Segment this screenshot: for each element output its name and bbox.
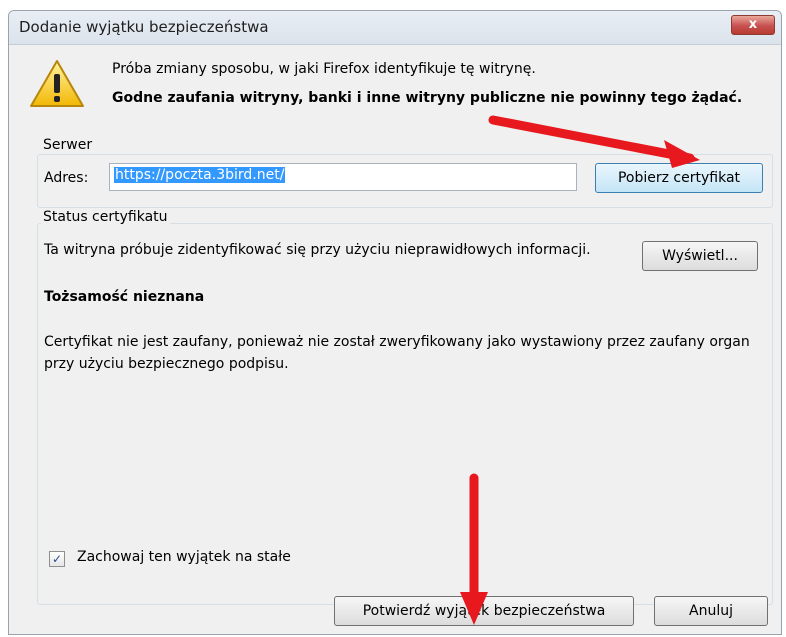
permanent-exception-label[interactable]: Zachowaj ten wyjątek na stałe [77, 549, 291, 565]
address-label: Adres: [44, 170, 89, 186]
security-exception-dialog: Dodanie wyjątku bezpieczeństwa x Próba z… [8, 10, 782, 635]
address-value: https://poczta.3bird.net/ [114, 167, 286, 183]
status-group-label: Status certyfikatu [41, 209, 170, 225]
dialog-title: Dodanie wyjątku bezpieczeństwa [19, 18, 269, 36]
warning-icon [30, 60, 84, 107]
confirm-exception-button[interactable]: Potwierdź wyjątek bezpieczeństwa [334, 596, 634, 626]
server-group-label: Serwer [41, 137, 95, 153]
view-certificate-button[interactable]: Wyświetl... [642, 241, 758, 271]
intro-message: Próba zmiany sposobu, w jaki Firefox ide… [112, 61, 536, 77]
certificate-detail: Certyfikat nie jest zaufany, ponieważ ni… [44, 334, 750, 372]
cancel-button[interactable]: Anuluj [654, 596, 768, 626]
permanent-exception-checkbox[interactable]: ✓ [49, 551, 65, 567]
get-certificate-button[interactable]: Pobierz certyfikat [595, 163, 763, 193]
address-input[interactable]: https://poczta.3bird.net/ [109, 163, 577, 191]
status-description: Ta witryna próbuje zidentyfikować się pr… [44, 242, 591, 258]
identity-status: Tożsamość nieznana [44, 289, 205, 305]
close-button[interactable]: x [731, 15, 775, 35]
warning-message: Godne zaufania witryny, banki i inne wit… [112, 90, 743, 106]
title-bar[interactable]: Dodanie wyjątku bezpieczeństwa x [9, 11, 781, 45]
certificate-status-group [37, 223, 773, 605]
